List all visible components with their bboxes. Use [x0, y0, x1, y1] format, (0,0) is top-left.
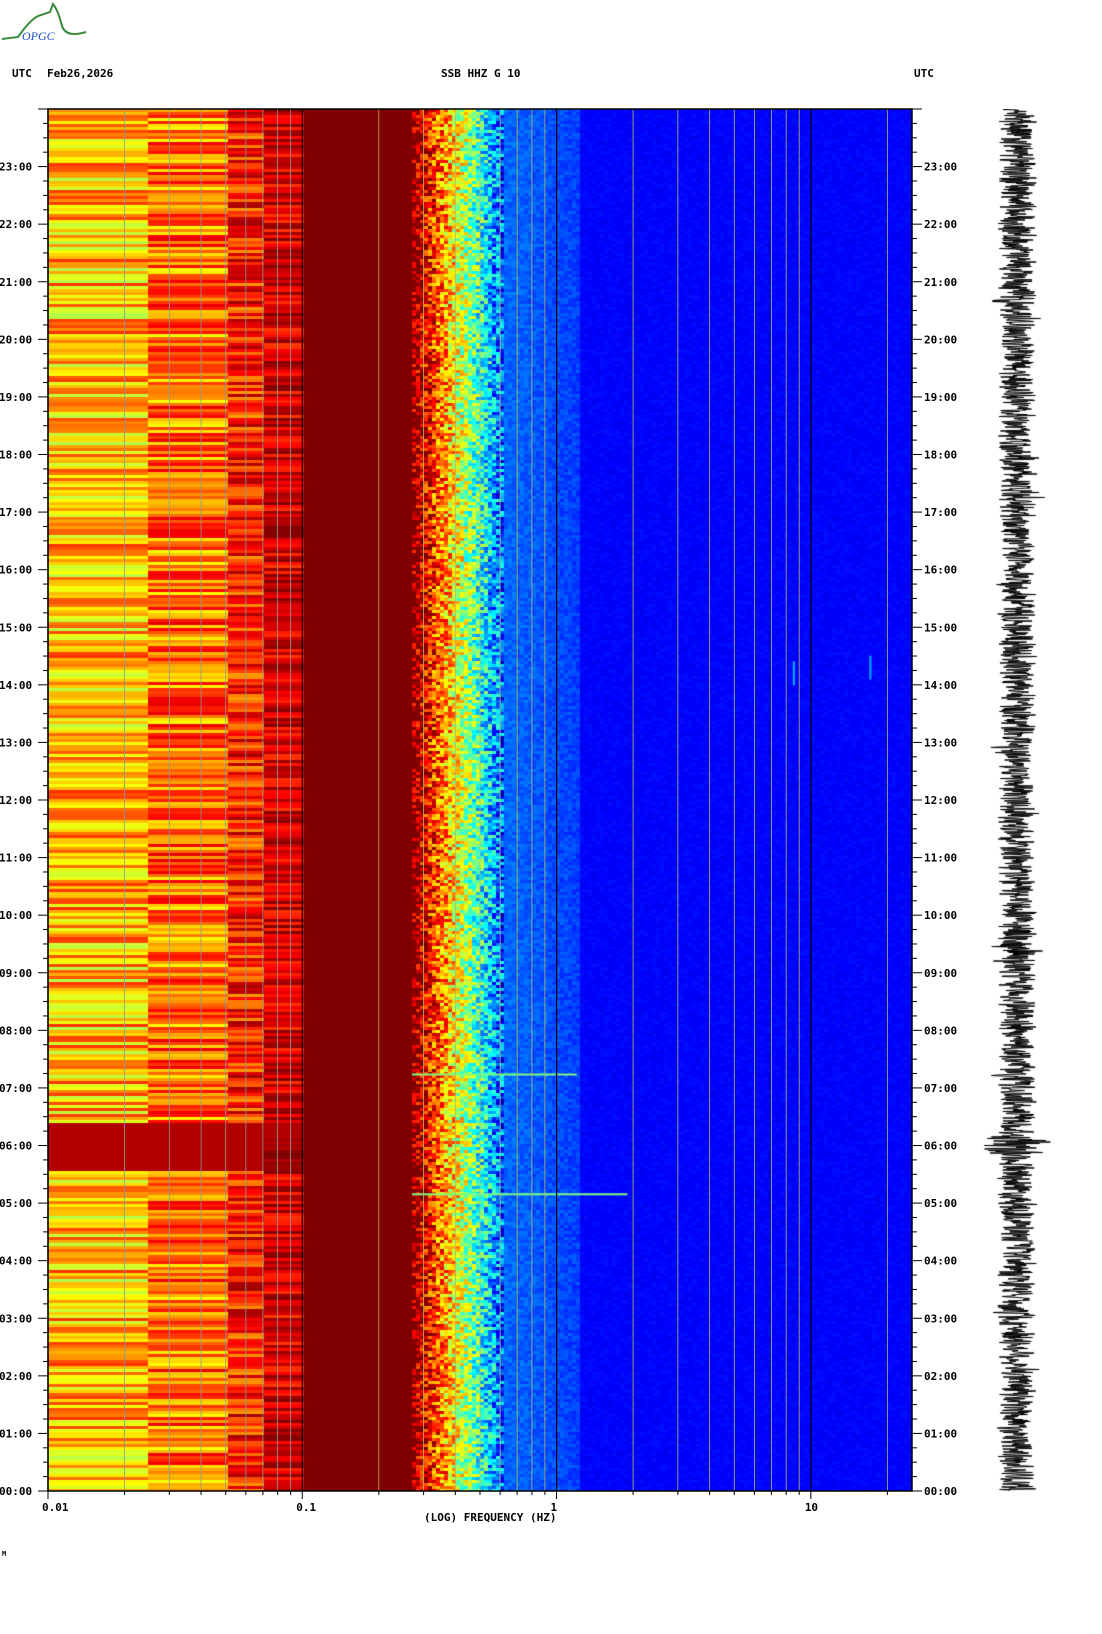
y-tick-label-left: 13:00	[0, 736, 32, 749]
y-tick-label-right: 18:00	[924, 449, 957, 462]
y-tick-label-right: 12:00	[924, 794, 957, 807]
y-tick-label-right: 21:00	[924, 276, 957, 289]
y-tick-label-left: 02:00	[0, 1370, 32, 1383]
y-tick-label-right: 22:00	[924, 218, 957, 231]
y-tick-label-right: 08:00	[924, 1024, 957, 1037]
y-tick-label-left: 20:00	[0, 333, 32, 346]
y-tick-label-left: 09:00	[0, 967, 32, 980]
y-tick-label-right: 03:00	[924, 1312, 957, 1325]
y-tick-label-left: 16:00	[0, 564, 32, 577]
y-tick-label-right: 04:00	[924, 1255, 957, 1268]
y-tick-label-right: 07:00	[924, 1082, 957, 1095]
y-tick-label-right: 10:00	[924, 909, 957, 922]
y-tick-label-right: 23:00	[924, 161, 957, 174]
y-tick-label-left: 01:00	[0, 1427, 32, 1440]
y-tick-label-right: 13:00	[924, 736, 957, 749]
y-tick-label-left: 04:00	[0, 1255, 32, 1268]
y-tick-label-left: 23:00	[0, 161, 32, 174]
x-tick-label: 10	[805, 1501, 818, 1514]
y-tick-label-left: 21:00	[0, 276, 32, 289]
chart-axes: 0.01 0.1 1 10 00:00 00:00 01:00 01:00 02:00 02:00…	[0, 108, 957, 1514]
y-tick-label-right: 11:00	[924, 852, 957, 865]
y-tick-label-right: 02:00	[924, 1370, 957, 1383]
y-tick-label-left: 19:00	[0, 391, 32, 404]
x-tick-label: 0.1	[296, 1501, 316, 1514]
y-tick-label-right: 00:00	[924, 1485, 957, 1498]
y-tick-label-left: 22:00	[0, 218, 32, 231]
y-tick-label-left: 14:00	[0, 679, 32, 692]
x-tick-label: 1	[551, 1501, 558, 1514]
y-tick-label-left: 08:00	[0, 1024, 32, 1037]
y-tick-label-left: 03:00	[0, 1312, 32, 1325]
y-tick-label-right: 06:00	[924, 1140, 957, 1153]
y-tick-label-left: 05:00	[0, 1197, 32, 1210]
y-tick-label-right: 15:00	[924, 621, 957, 634]
y-tick-label-right: 14:00	[924, 679, 957, 692]
y-tick-label-right: 17:00	[924, 506, 957, 519]
y-tick-label-left: 07:00	[0, 1082, 32, 1095]
y-tick-label-left: 06:00	[0, 1140, 32, 1153]
y-tick-label-right: 01:00	[924, 1427, 957, 1440]
x-tick-label: 0.01	[42, 1501, 69, 1514]
y-tick-label-left: 12:00	[0, 794, 32, 807]
y-tick-label-left: 15:00	[0, 621, 32, 634]
y-tick-label-right: 09:00	[924, 967, 957, 980]
y-tick-label-right: 05:00	[924, 1197, 957, 1210]
y-tick-label-left: 11:00	[0, 852, 32, 865]
y-tick-label-left: 17:00	[0, 506, 32, 519]
y-tick-label-right: 20:00	[924, 333, 957, 346]
y-tick-label-right: 16:00	[924, 564, 957, 577]
y-tick-label-right: 19:00	[924, 391, 957, 404]
y-tick-label-left: 18:00	[0, 449, 32, 462]
y-tick-label-left: 00:00	[0, 1485, 32, 1498]
y-tick-label-left: 10:00	[0, 909, 32, 922]
